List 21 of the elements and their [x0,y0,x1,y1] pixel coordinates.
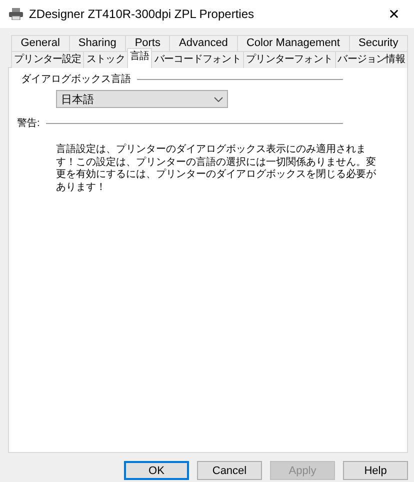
tab[interactable]: バーコードフォント [151,51,244,68]
dialog-button[interactable]: Cancel [197,461,262,480]
group-title: ダイアログボックス言語 [21,72,131,86]
tab[interactable]: プリンターフォント [243,51,336,68]
dialog-button[interactable]: Help [343,461,408,480]
tab[interactable]: Sharing [68,35,126,51]
printer-icon [9,8,23,20]
tab[interactable]: プリンター設定 [11,51,84,68]
tab[interactable]: Security [348,35,408,51]
tab[interactable]: 言語 [127,48,152,68]
warning-text: 言語設定は、プリンターのダイアログボックス表示にのみ適用されます！この設定は、プリンターの言語の選択には一切関係ありません。変更を有効にするには、プリンターのダイアログボックスを閉じる必要があります！ [56,144,377,194]
tab[interactable]: Color Management [236,35,350,51]
close-button[interactable]: ✕ [374,6,414,22]
window-title: ZDesigner ZT410R-300dpi ZPL Properties [29,7,255,21]
tab[interactable]: General [11,35,70,51]
group-title: 警告: [17,116,40,130]
tab[interactable]: バージョン情報 [334,51,408,68]
language-dropdown[interactable]: 日本語 [56,90,228,108]
tab[interactable]: ストック [83,51,128,68]
chevron-down-icon [214,96,223,102]
dialog-button[interactable]: OK [124,461,189,480]
